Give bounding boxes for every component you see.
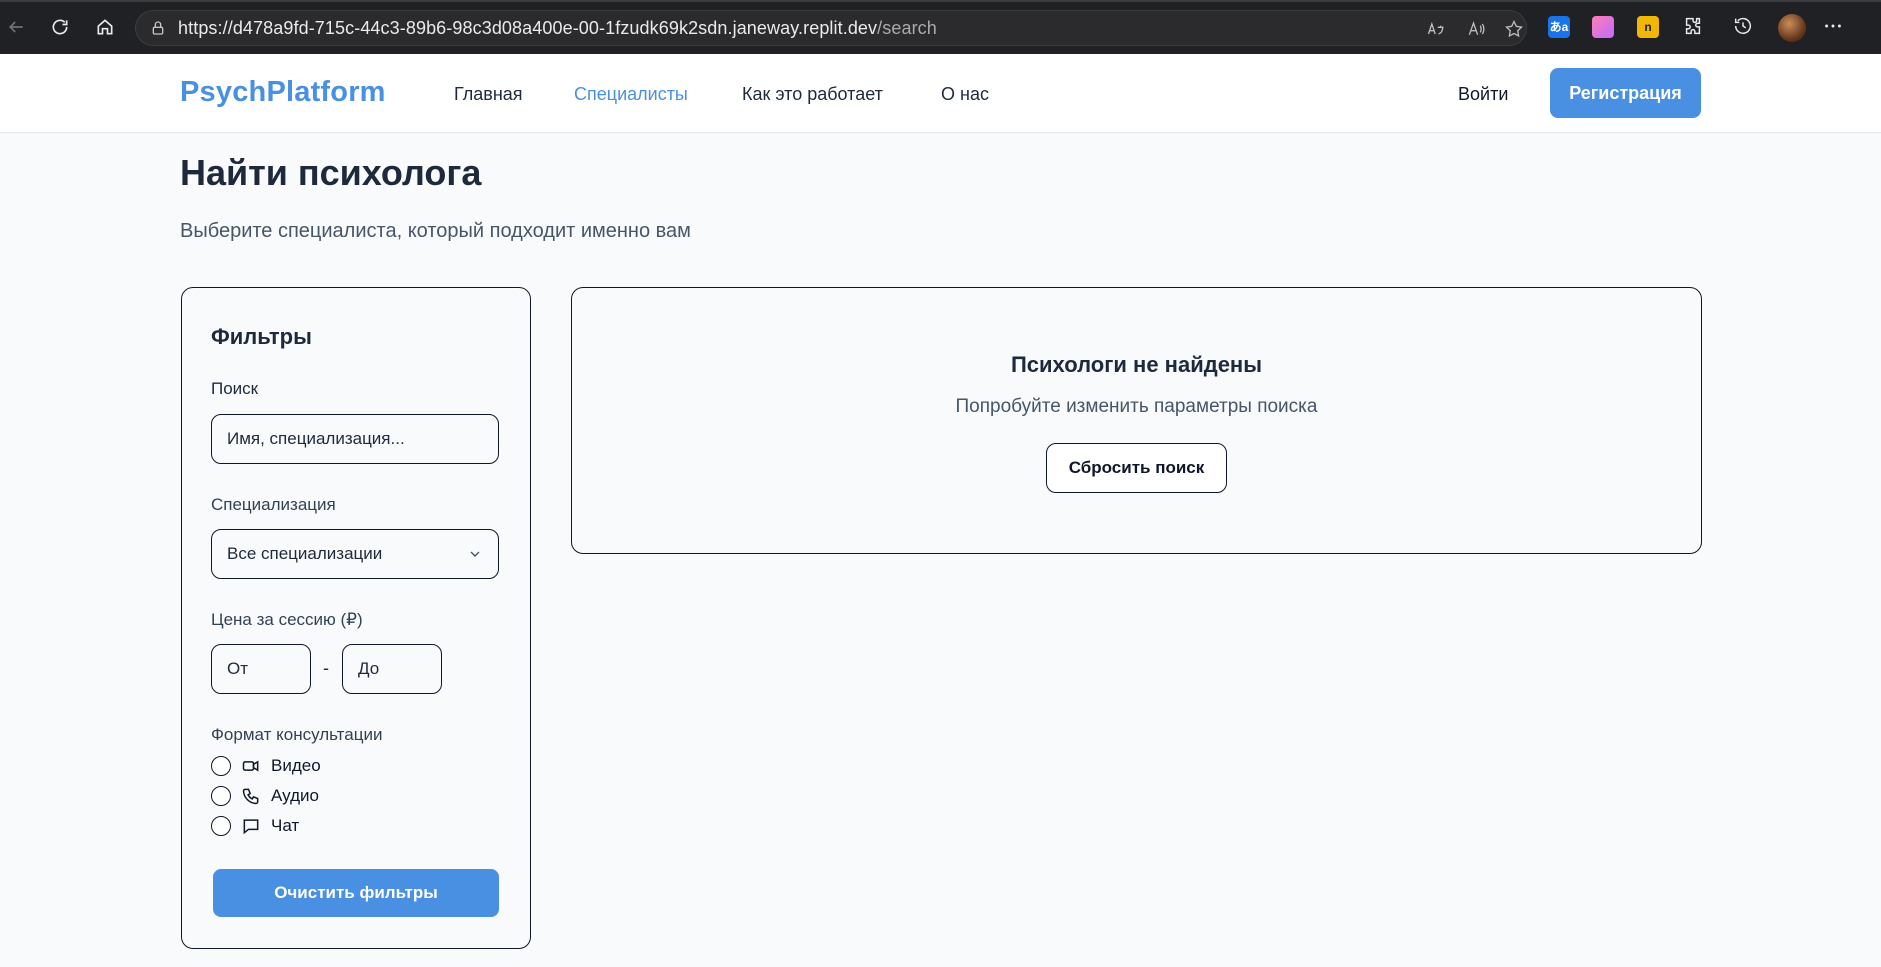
search-input[interactable]: Имя, специализация... — [211, 414, 499, 464]
price-separator: - — [323, 658, 329, 678]
nav-link-about[interactable]: О нас — [941, 84, 989, 105]
refresh-icon — [52, 19, 68, 35]
price-label: Цена за сессию (₽) — [211, 610, 363, 629]
radio-audio[interactable] — [211, 786, 231, 806]
url-host: https://d478a9fd-715c-44c3-89b6-98c3d08a… — [178, 17, 878, 38]
chevron-down-icon — [470, 551, 480, 557]
history-icon — [1734, 17, 1752, 34]
url-text: https://d478a9fd-715c-44c3-89b6-98c3d08a… — [178, 18, 937, 39]
color-extension-icon[interactable] — [1592, 16, 1614, 38]
chat-icon — [243, 819, 259, 835]
page-subtitle: Выберите специалиста, который подходит и… — [180, 220, 691, 242]
specialization-value: Все специализации — [227, 544, 383, 563]
format-video-label: Видео — [271, 756, 321, 775]
format-option-chat[interactable]: Чат — [211, 816, 299, 836]
read-aloud-translate-icon[interactable] — [1426, 19, 1446, 39]
browser-toolbar: https://d478a9fd-715c-44c3-89b6-98c3d08a… — [0, 0, 1881, 54]
back-arrow-icon — [8, 21, 23, 33]
login-link[interactable]: Войти — [1458, 84, 1508, 105]
radio-chat[interactable] — [211, 816, 231, 836]
clear-filters-button[interactable]: Очистить фильтры — [213, 869, 499, 917]
notes-extension-icon[interactable]: n — [1637, 16, 1659, 38]
url-path: /search — [877, 17, 937, 38]
format-audio-label: Аудио — [271, 786, 319, 805]
specialization-label: Специализация — [211, 495, 336, 514]
history-button[interactable] — [1732, 15, 1756, 39]
site-header: PsychPlatform Главная Специалисты Как эт… — [0, 54, 1881, 133]
page-title: Найти психолога — [180, 152, 482, 193]
empty-state-title: Психологи не найдены — [1010, 352, 1263, 377]
price-to-input[interactable]: До — [342, 644, 442, 694]
more-dots-icon — [1825, 24, 1841, 28]
phone-icon — [242, 788, 259, 805]
more-menu-button[interactable] — [1822, 15, 1846, 39]
address-bar[interactable]: https://d478a9fd-715c-44c3-89b6-98c3d08a… — [135, 10, 1527, 46]
translate-extension-icon[interactable]: あa — [1548, 16, 1570, 38]
puzzle-icon — [1685, 17, 1701, 35]
format-option-video[interactable]: Видео — [211, 756, 321, 776]
format-chat-label: Чат — [271, 816, 300, 835]
empty-state-subtitle: Попробуйте изменить параметры поиска — [955, 396, 1318, 417]
home-icon — [97, 19, 113, 35]
nav-link-home[interactable]: Главная — [454, 84, 523, 105]
filters-title: Фильтры — [211, 324, 312, 349]
format-label: Формат консультации — [211, 725, 383, 744]
radio-video[interactable] — [211, 756, 231, 776]
price-from-input[interactable]: От — [211, 644, 311, 694]
nav-link-specialists[interactable]: Специалисты — [574, 84, 688, 105]
video-icon — [242, 760, 259, 772]
nav-link-how-it-works[interactable]: Как это работает — [742, 84, 883, 105]
register-button[interactable]: Регистрация — [1550, 68, 1701, 118]
reset-search-button[interactable]: Сбросить поиск — [1046, 443, 1227, 493]
read-aloud-icon[interactable] — [1466, 19, 1486, 39]
tab-strip-edge — [0, 0, 1881, 2]
home-button[interactable] — [91, 13, 119, 41]
lock-icon — [152, 21, 164, 35]
refresh-button[interactable] — [46, 13, 74, 41]
back-button[interactable] — [2, 13, 30, 41]
format-option-audio[interactable]: Аудио — [211, 786, 319, 806]
favorite-star-icon[interactable] — [1504, 19, 1524, 39]
extensions-button[interactable] — [1682, 15, 1706, 39]
search-label: Поиск — [211, 379, 259, 398]
profile-avatar[interactable] — [1778, 14, 1806, 42]
filters-panel: Фильтры Поиск Имя, специализация... Спец… — [181, 287, 531, 949]
results-panel: Психологи не найдены Попробуйте изменить… — [571, 287, 1702, 554]
specialization-select[interactable]: Все специализации — [211, 529, 499, 579]
site-logo[interactable]: PsychPlatform — [180, 76, 386, 109]
